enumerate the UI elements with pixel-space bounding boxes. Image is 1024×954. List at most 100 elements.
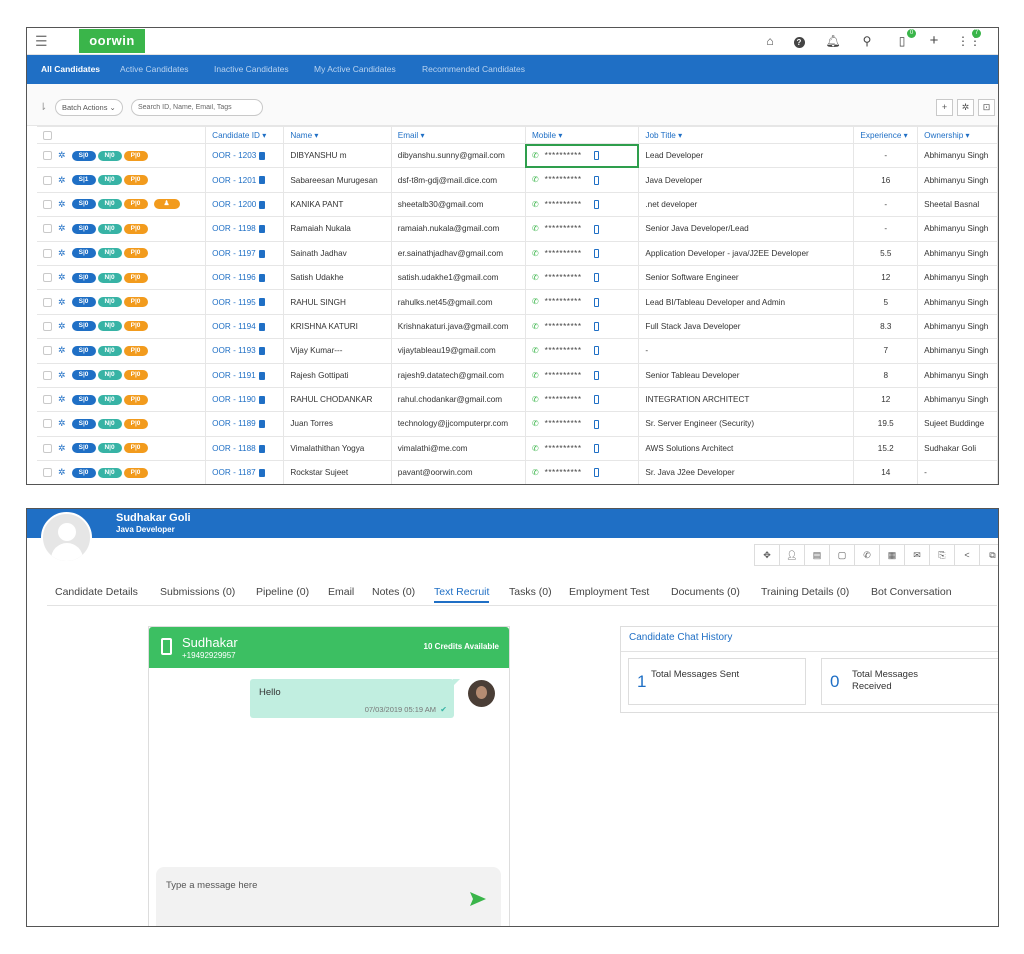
pipeline-badge[interactable]: P|0	[123, 223, 148, 234]
send-icon[interactable]	[469, 891, 487, 907]
pipeline-badge[interactable]: P|0	[123, 394, 148, 405]
candidate-id-link[interactable]: OOR - 1189	[212, 419, 256, 428]
table-row[interactable]: ✲ S|0 N|0 P|0 ♟ OOR - 1200 KANIKA PANT sheetalb…	[37, 192, 998, 218]
candidate-id-cell[interactable]: OOR - 1195	[205, 289, 285, 315]
tab-bot-conversation[interactable]: Bot Conversation	[871, 586, 952, 598]
user-tag-badge[interactable]: ♟	[153, 199, 180, 210]
pipeline-badge[interactable]: P|0	[123, 467, 148, 478]
notes-badge[interactable]: N|0	[97, 467, 122, 478]
notes-badge[interactable]: N|0	[97, 394, 122, 405]
notes-badge[interactable]: N|0	[97, 175, 122, 186]
candidate-id-cell[interactable]: OOR - 1197	[205, 241, 285, 266]
row-checkbox[interactable]	[43, 273, 52, 283]
gear-icon[interactable]: ✲	[58, 199, 66, 210]
notes-badge[interactable]: N|0	[97, 150, 122, 161]
tab-email[interactable]: Email	[328, 586, 354, 598]
select-all-checkbox[interactable]	[43, 130, 52, 140]
mobile-sms-icon[interactable]	[593, 175, 599, 185]
table-row[interactable]: ✲ S|0 N|0 P|0 OOR - 1191 Rajesh Gottipati raje…	[37, 363, 998, 388]
mobile-sms-icon[interactable]	[593, 419, 599, 429]
tab-employment-test[interactable]: Employment Test	[569, 586, 649, 598]
phone-icon[interactable]: ✆	[532, 395, 539, 404]
resume-icon[interactable]: ▤	[805, 545, 830, 565]
resume-icon[interactable]	[258, 371, 265, 380]
tab-active-candidates[interactable]: Active Candidates	[120, 64, 189, 74]
home-icon[interactable]: ⌂	[760, 32, 780, 50]
submissions-badge[interactable]: S|0	[71, 297, 96, 308]
resume-icon[interactable]	[258, 322, 265, 331]
candidate-id-link[interactable]: OOR - 1190	[212, 395, 256, 404]
candidate-id-cell[interactable]: OOR - 1198	[205, 216, 285, 242]
submissions-badge[interactable]: S|0	[71, 345, 96, 356]
resume-icon[interactable]	[258, 249, 265, 258]
notes-badge[interactable]: N|0	[97, 321, 122, 332]
mobile-sms-icon[interactable]	[593, 444, 599, 454]
phone-icon[interactable]: ✆	[532, 175, 539, 184]
candidate-id-cell[interactable]: OOR - 1200	[205, 192, 285, 218]
submissions-badge[interactable]: S|0	[71, 394, 96, 405]
submissions-badge[interactable]: S|1	[71, 175, 96, 186]
submissions-badge[interactable]: S|0	[71, 370, 96, 381]
column-header-email[interactable]: Email ▾	[391, 126, 526, 144]
tab-documents[interactable]: Documents (0)	[671, 586, 740, 598]
candidate-id-cell[interactable]: OOR - 1189	[205, 411, 285, 437]
message-input[interactable]	[166, 877, 466, 893]
pipeline-badge[interactable]: P|0	[123, 345, 148, 356]
export-icon[interactable]: ⎘	[930, 545, 955, 565]
candidate-id-cell[interactable]: OOR - 1201	[205, 167, 285, 193]
resume-icon[interactable]	[258, 273, 265, 282]
row-checkbox[interactable]	[43, 297, 52, 307]
table-row[interactable]: ✲ S|0 N|0 P|0 OOR - 1196 Satish Udakhe satish.…	[37, 265, 998, 291]
submissions-badge[interactable]: S|0	[71, 467, 96, 478]
tab-text-recruit[interactable]: Text Recruit	[434, 586, 490, 603]
row-checkbox[interactable]	[43, 224, 52, 234]
search-icon[interactable]: ⚲	[857, 32, 877, 50]
gear-icon[interactable]: ✲	[58, 467, 66, 478]
sort-icon[interactable]: ⇂	[39, 102, 47, 113]
mobile-sms-icon[interactable]	[593, 200, 599, 210]
gear-icon[interactable]: ✲	[58, 370, 66, 381]
pipeline-badge[interactable]: P|0	[123, 297, 148, 308]
phone-icon[interactable]: ✆	[532, 371, 539, 380]
tab-all-candidates[interactable]: All Candidates	[41, 64, 100, 74]
pipeline-badge[interactable]: P|0	[123, 248, 148, 259]
table-row[interactable]: ✲ S|0 N|0 P|0 OOR - 1203 DIBYANSHU m dibyanshu…	[37, 143, 998, 169]
resume-icon[interactable]	[258, 444, 265, 453]
table-row[interactable]: ✲ S|0 N|0 P|0 OOR - 1187 Rockstar Sujeet pavan…	[37, 460, 998, 484]
batch-actions-dropdown[interactable]: Batch Actions ⌄	[55, 99, 123, 116]
phone-icon[interactable]: ✆	[532, 297, 539, 306]
candidate-id-link[interactable]: OOR - 1193	[212, 346, 256, 355]
tab-notes[interactable]: Notes (0)	[372, 586, 415, 598]
candidate-id-cell[interactable]: OOR - 1203	[205, 143, 285, 169]
candidate-id-link[interactable]: OOR - 1203	[212, 151, 256, 160]
call-icon[interactable]: ✆	[855, 545, 880, 565]
table-row[interactable]: ✲ S|0 N|0 P|0 OOR - 1198 Ramaiah Nukala ramaia…	[37, 216, 998, 242]
column-header-mobile[interactable]: Mobile ▾	[525, 126, 640, 144]
submissions-badge[interactable]: S|0	[71, 223, 96, 234]
help-icon[interactable]: ?	[789, 32, 809, 50]
tab-candidate-details[interactable]: Candidate Details	[55, 586, 138, 598]
phone-icon[interactable]: ✆	[532, 444, 539, 453]
candidate-id-cell[interactable]: OOR - 1196	[205, 265, 285, 291]
row-checkbox[interactable]	[43, 151, 52, 161]
pipeline-badge[interactable]: P|0	[123, 321, 148, 332]
candidate-id-link[interactable]: OOR - 1188	[212, 444, 256, 453]
row-checkbox[interactable]	[43, 395, 52, 405]
resume-icon[interactable]	[258, 225, 265, 234]
submissions-badge[interactable]: S|0	[71, 443, 96, 454]
candidate-id-link[interactable]: OOR - 1195	[212, 298, 256, 307]
row-checkbox[interactable]	[43, 468, 52, 478]
bell-icon[interactable]: 🔔︎	[823, 32, 843, 50]
candidate-id-cell[interactable]: OOR - 1191	[205, 363, 285, 388]
gear-icon[interactable]: ✲	[58, 443, 66, 454]
submissions-badge[interactable]: S|0	[71, 248, 96, 259]
notes-badge[interactable]: N|0	[97, 443, 122, 454]
settings-icon[interactable]: ✲	[957, 99, 974, 116]
table-row[interactable]: ✲ S|0 N|0 P|0 OOR - 1193 Vijay Kumar--- vijayt…	[37, 338, 998, 364]
column-header-job-title[interactable]: Job Title ▾	[638, 126, 855, 144]
candidate-id-cell[interactable]: OOR - 1188	[205, 436, 285, 462]
phone-icon[interactable]: ✆	[532, 322, 539, 331]
row-checkbox[interactable]	[43, 419, 52, 429]
candidate-id-link[interactable]: OOR - 1200	[212, 200, 256, 209]
notes-badge[interactable]: N|0	[97, 297, 122, 308]
